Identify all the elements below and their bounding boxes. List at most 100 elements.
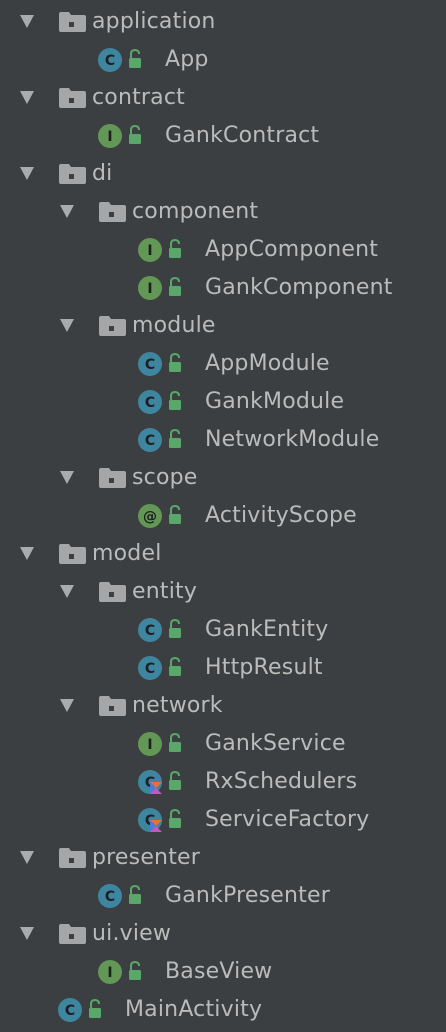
file-label: RxSchedulers	[205, 769, 358, 794]
expand-arrow-icon[interactable]	[20, 15, 34, 28]
interface-icon: I	[98, 960, 122, 984]
tree-row-appcomponent[interactable]: I AppComponent	[0, 231, 446, 269]
package-label: network	[132, 693, 223, 718]
svg-text:C: C	[65, 1003, 75, 1019]
file-label: MainActivity	[125, 997, 263, 1022]
file-label: GankComponent	[205, 275, 393, 300]
tree-row-app[interactable]: C App	[0, 41, 446, 79]
expand-arrow-icon[interactable]	[20, 167, 34, 180]
file-label: GankPresenter	[165, 883, 330, 908]
tree-row-application[interactable]: application	[0, 3, 446, 41]
svg-text:C: C	[145, 433, 155, 449]
lock-icon	[89, 999, 101, 1018]
tree-row-gankcontract[interactable]: I GankContract	[0, 117, 446, 155]
package-label: scope	[132, 465, 198, 490]
package-label: module	[132, 313, 216, 338]
svg-text:C: C	[145, 357, 155, 373]
lock-icon	[169, 239, 181, 258]
class-icon: C	[138, 618, 162, 642]
interface-icon: I	[138, 276, 162, 300]
file-label: ServiceFactory	[205, 807, 370, 832]
tree-row-gankentity[interactable]: C GankEntity	[0, 611, 446, 649]
tree-row-ui-view[interactable]: ui.view	[0, 915, 446, 953]
tree-row-module[interactable]: module	[0, 307, 446, 345]
folder-icon	[99, 316, 126, 336]
tree-row-activityscope[interactable]: @ ActivityScope	[0, 497, 446, 535]
file-label: AppComponent	[205, 237, 379, 262]
package-label: component	[132, 199, 259, 224]
svg-text:I: I	[107, 965, 112, 981]
folder-icon	[59, 164, 86, 184]
folder-icon	[99, 202, 126, 222]
svg-text:C: C	[105, 53, 115, 69]
lock-icon	[169, 277, 181, 296]
tree-row-mainactivity[interactable]: C MainActivity	[0, 991, 446, 1029]
svg-text:I: I	[147, 737, 152, 753]
class-icon: C	[138, 390, 162, 414]
folder-icon	[99, 468, 126, 488]
expand-arrow-icon[interactable]	[60, 699, 74, 712]
package-label: ui.view	[92, 921, 172, 946]
tree-row-servicefactory[interactable]: C ServiceFactory	[0, 801, 446, 839]
expand-arrow-icon[interactable]	[20, 927, 34, 940]
tree-row-gankpresenter[interactable]: C GankPresenter	[0, 877, 446, 915]
tree-row-appmodule[interactable]: C AppModule	[0, 345, 446, 383]
lock-icon	[169, 809, 181, 828]
tree-row-di[interactable]: di	[0, 155, 446, 193]
expand-arrow-icon[interactable]	[60, 319, 74, 332]
tree-row-gankservice[interactable]: I GankService	[0, 725, 446, 763]
lock-icon	[169, 391, 181, 410]
package-label: di	[92, 161, 113, 186]
tree-row-baseview[interactable]: I BaseView	[0, 953, 446, 991]
tree-row-gankmodule[interactable]: C GankModule	[0, 383, 446, 421]
package-label: application	[92, 9, 216, 34]
tree-row-component[interactable]: component	[0, 193, 446, 231]
svg-text:I: I	[147, 243, 152, 259]
expand-arrow-icon[interactable]	[60, 471, 74, 484]
folder-icon	[59, 924, 86, 944]
lock-icon	[169, 733, 181, 752]
class-icon: C	[58, 998, 82, 1022]
interface-icon: I	[98, 124, 122, 148]
tree-row-entity[interactable]: entity	[0, 573, 446, 611]
file-label: ActivityScope	[205, 503, 357, 528]
folder-icon	[99, 696, 126, 716]
tree-row-model[interactable]: model	[0, 535, 446, 573]
svg-text:I: I	[107, 129, 112, 145]
lock-icon	[129, 125, 141, 144]
file-label: GankContract	[165, 123, 320, 148]
file-label: GankModule	[205, 389, 345, 414]
svg-text:@: @	[143, 509, 157, 525]
lock-icon	[169, 657, 181, 676]
expand-arrow-icon[interactable]	[60, 205, 74, 218]
expand-arrow-icon[interactable]	[20, 547, 34, 560]
tree-row-networkmodule[interactable]: C NetworkModule	[0, 421, 446, 459]
expand-arrow-icon[interactable]	[20, 851, 34, 864]
tree-row-presenter[interactable]: presenter	[0, 839, 446, 877]
package-label: entity	[132, 579, 198, 604]
lock-icon	[129, 49, 141, 68]
file-label: BaseView	[165, 959, 273, 984]
package-label: presenter	[92, 845, 201, 870]
lock-icon	[129, 961, 141, 980]
folder-icon	[59, 12, 86, 32]
kotlin-class-icon: C	[138, 808, 162, 832]
tree-row-contract[interactable]: contract	[0, 79, 446, 117]
tree-row-httpresult[interactable]: C HttpResult	[0, 649, 446, 687]
tree-row-scope[interactable]: scope	[0, 459, 446, 497]
expand-arrow-icon[interactable]	[60, 585, 74, 598]
class-icon: C	[138, 656, 162, 680]
expand-arrow-icon[interactable]	[20, 91, 34, 104]
svg-text:C: C	[145, 395, 155, 411]
folder-icon	[99, 582, 126, 602]
folder-icon	[59, 88, 86, 108]
lock-icon	[129, 885, 141, 904]
file-label: App	[165, 47, 209, 72]
tree-row-rxschedulers[interactable]: C RxSchedulers	[0, 763, 446, 801]
folder-icon	[59, 544, 86, 564]
tree-row-gankcomponent[interactable]: I GankComponent	[0, 269, 446, 307]
tree-row-network[interactable]: network	[0, 687, 446, 725]
svg-text:C: C	[145, 661, 155, 677]
class-icon: C	[98, 48, 122, 72]
lock-icon	[169, 429, 181, 448]
